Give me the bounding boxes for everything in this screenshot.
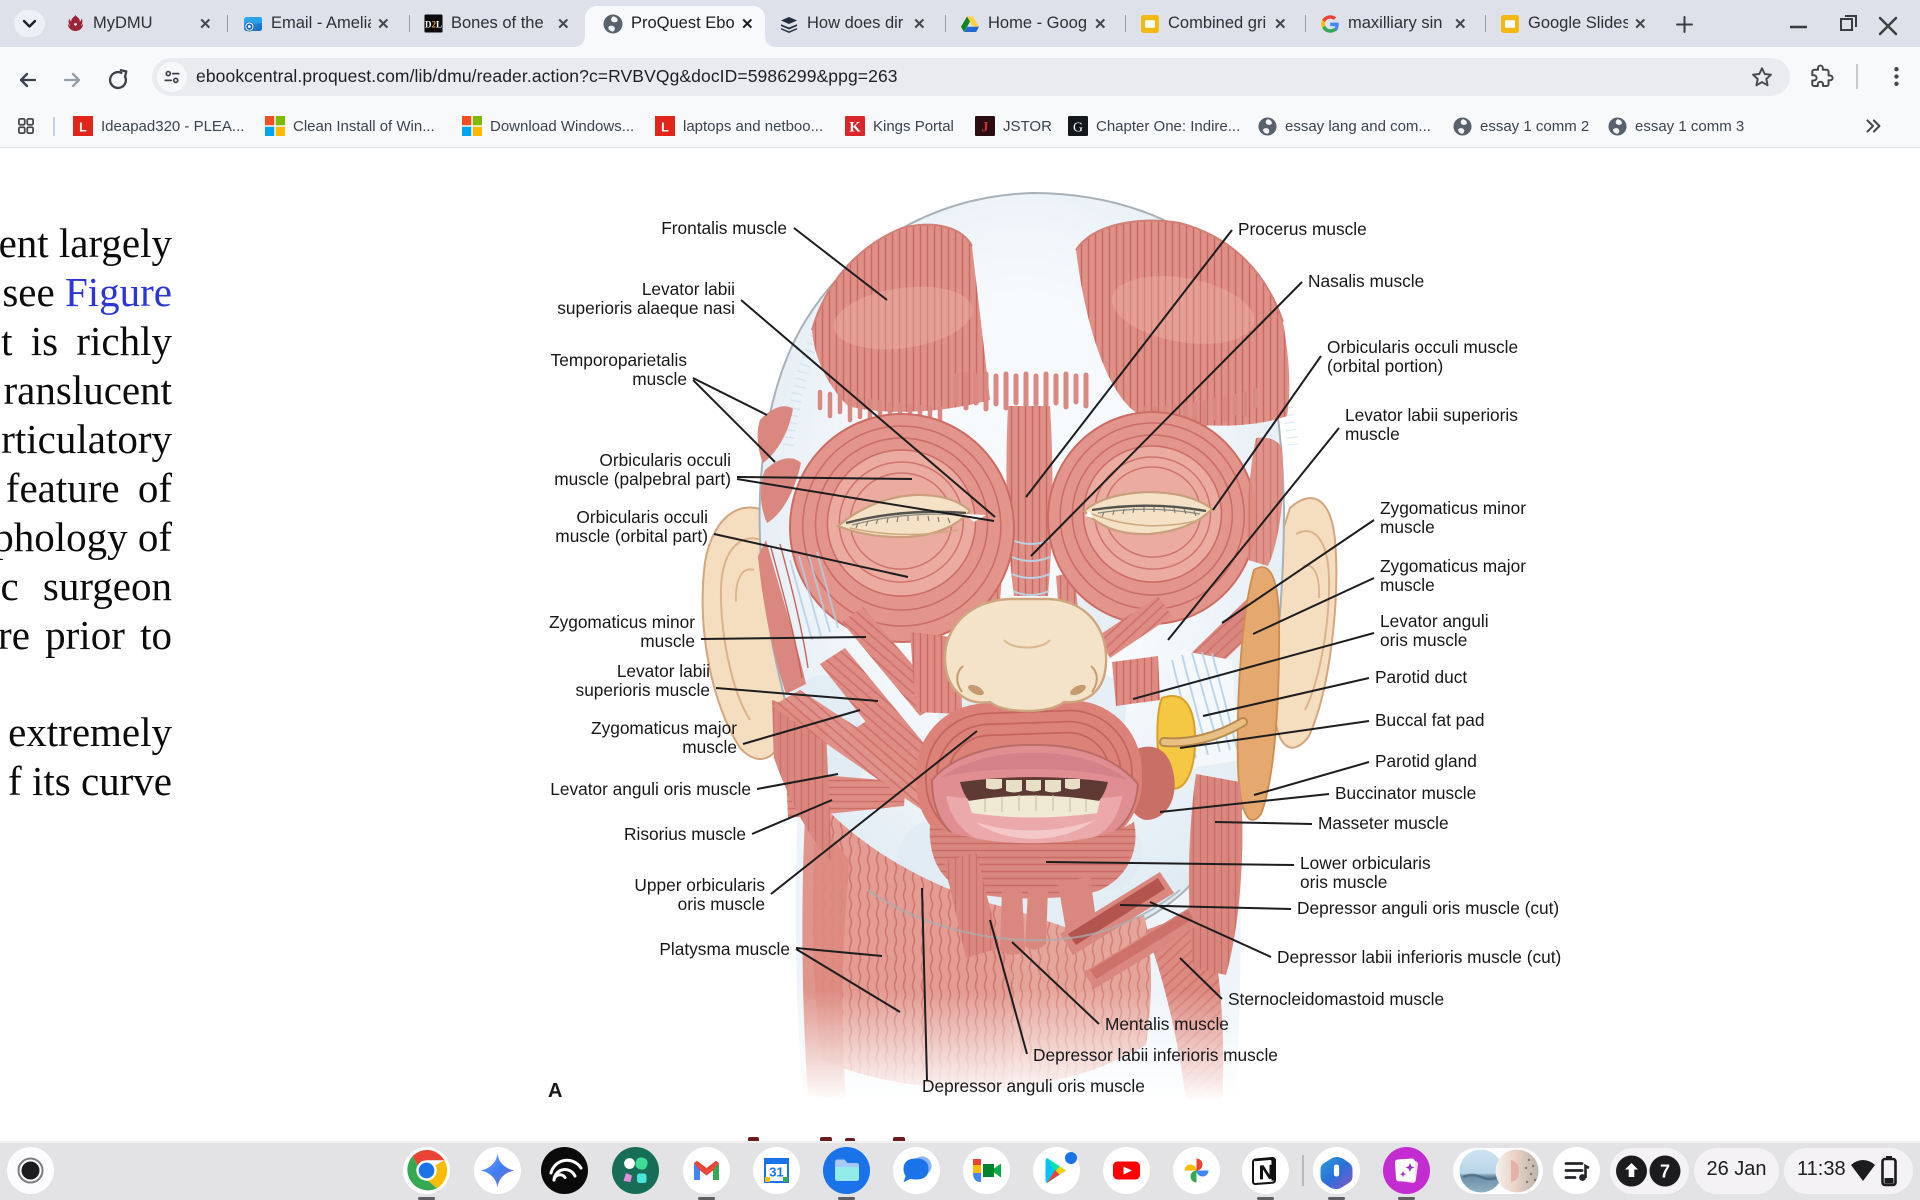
svg-text:muscle (palpebral part): muscle (palpebral part)	[554, 469, 731, 489]
svg-text:oris muscle: oris muscle	[678, 894, 765, 914]
svg-text:Depressor anguli oris muscle (: Depressor anguli oris muscle (cut)	[1297, 898, 1559, 918]
svg-text:7: 7	[1660, 1162, 1670, 1182]
svg-text:muscle: muscle	[1380, 575, 1435, 595]
svg-text:Depressor labii inferioris mus: Depressor labii inferioris muscle	[1033, 1045, 1278, 1065]
svg-text:Mentalis muscle: Mentalis muscle	[1105, 1014, 1229, 1034]
svg-text:Nasalis muscle: Nasalis muscle	[1308, 271, 1424, 291]
svg-text:G: G	[1073, 120, 1083, 135]
svg-text:muscle: muscle	[640, 631, 695, 651]
svg-text:Zygomaticus major: Zygomaticus major	[1380, 556, 1526, 576]
svg-text:Zygomaticus minor: Zygomaticus minor	[549, 612, 695, 632]
svg-text:Frontalis muscle: Frontalis muscle	[661, 218, 787, 238]
svg-text:muscle: muscle	[632, 369, 687, 389]
svg-text:D2L: D2L	[425, 19, 442, 29]
svg-text:Platysma muscle: Platysma muscle	[659, 939, 790, 959]
svg-text:Depressor labii inferioris mus: Depressor labii inferioris muscle (cut)	[1277, 947, 1561, 967]
svg-text:Zygomaticus major: Zygomaticus major	[591, 718, 737, 738]
svg-text:(orbital portion): (orbital portion)	[1327, 356, 1443, 376]
svg-text:Zygomaticus minor: Zygomaticus minor	[1380, 498, 1526, 518]
svg-text:A: A	[548, 1080, 562, 1102]
svg-text:oris muscle: oris muscle	[1300, 872, 1387, 892]
svg-text:Levator labii: Levator labii	[617, 661, 710, 681]
svg-text:Buccal fat pad: Buccal fat pad	[1375, 710, 1485, 730]
svg-text:Levator labii superioris: Levator labii superioris	[1345, 405, 1518, 425]
svg-text:Lower orbicularis: Lower orbicularis	[1300, 853, 1431, 873]
svg-text:Parotid gland: Parotid gland	[1375, 751, 1477, 771]
svg-text:Levator labii: Levator labii	[642, 279, 735, 299]
svg-text:Temporoparietalis: Temporoparietalis	[551, 350, 688, 370]
svg-text:muscle: muscle	[682, 737, 737, 757]
svg-text:K: K	[849, 120, 861, 136]
svg-text:L: L	[79, 121, 87, 135]
svg-text:L: L	[661, 121, 669, 135]
svg-text:J: J	[981, 120, 988, 136]
svg-text:muscle (orbital part): muscle (orbital part)	[555, 526, 708, 546]
svg-text:Orbicularis occuli muscle: Orbicularis occuli muscle	[1327, 337, 1518, 357]
svg-text:Upper orbicularis: Upper orbicularis	[634, 875, 765, 895]
svg-text:superioris muscle: superioris muscle	[576, 680, 710, 700]
svg-text:Depressor anguli oris muscle: Depressor anguli oris muscle	[922, 1076, 1145, 1096]
svg-text:Sternocleidomastoid muscle: Sternocleidomastoid muscle	[1228, 989, 1444, 1009]
svg-text:Buccinator muscle: Buccinator muscle	[1335, 783, 1476, 803]
svg-text:muscle: muscle	[1380, 517, 1435, 537]
svg-text:muscle: muscle	[1345, 424, 1400, 444]
svg-text:Procerus muscle: Procerus muscle	[1238, 219, 1367, 239]
svg-text:Masseter muscle: Masseter muscle	[1318, 813, 1449, 833]
svg-text:superioris alaeque nasi: superioris alaeque nasi	[557, 298, 735, 318]
svg-text:31: 31	[769, 1165, 783, 1180]
svg-text:Orbicularis occuli: Orbicularis occuli	[599, 450, 731, 470]
svg-text:Parotid duct: Parotid duct	[1375, 667, 1467, 687]
svg-text:Orbicularis occuli: Orbicularis occuli	[576, 507, 708, 527]
svg-text:Levator anguli oris muscle: Levator anguli oris muscle	[550, 779, 751, 799]
svg-text:oris muscle: oris muscle	[1380, 630, 1467, 650]
svg-text:Risorius muscle: Risorius muscle	[624, 824, 746, 844]
svg-text:Levator anguli: Levator anguli	[1380, 611, 1489, 631]
